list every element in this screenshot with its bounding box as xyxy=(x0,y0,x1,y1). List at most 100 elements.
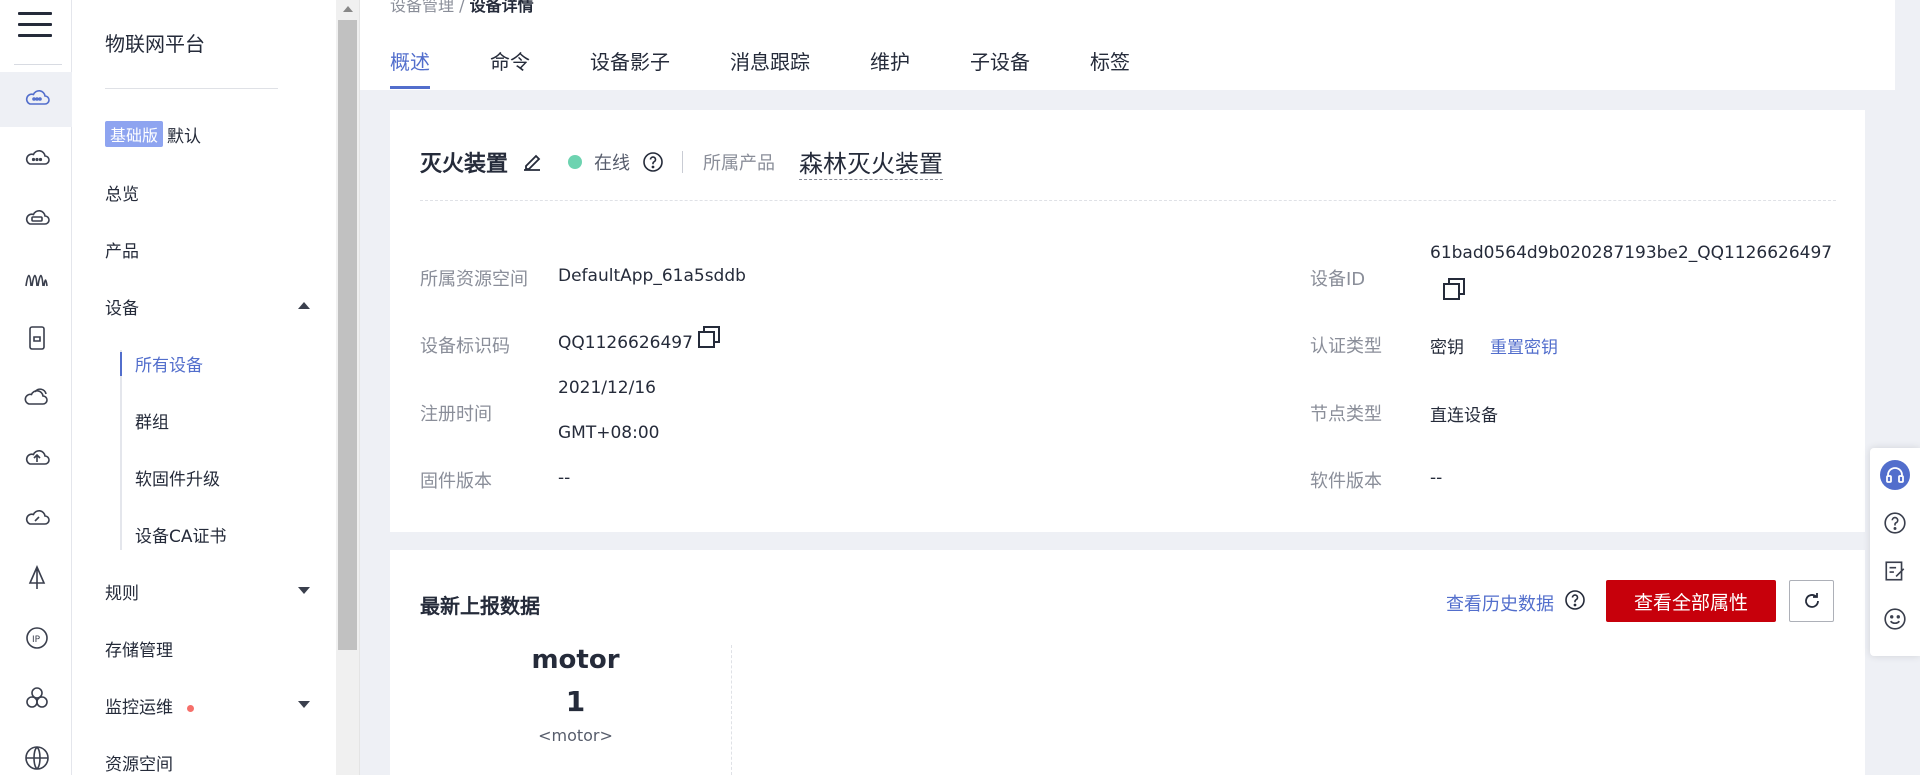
ip-icon[interactable]: IP xyxy=(22,623,52,653)
plan-selector[interactable]: 基础版 默认 xyxy=(105,121,201,147)
chevron-down-icon[interactable] xyxy=(298,587,310,594)
device-id-label: 设备ID xyxy=(1310,269,1366,290)
help-icon[interactable] xyxy=(1564,589,1586,611)
refresh-icon xyxy=(1804,593,1819,608)
tab-child-devices[interactable]: 子设备 xyxy=(970,46,1030,89)
tab-commands[interactable]: 命令 xyxy=(490,46,530,89)
view-all-properties-button[interactable]: 查看全部属性 xyxy=(1606,580,1776,622)
nav-item-overview[interactable]: 总览 xyxy=(105,180,139,205)
chevron-down-icon[interactable] xyxy=(298,701,310,708)
customer-service-icon[interactable] xyxy=(1880,460,1910,490)
iot-cloud-icon[interactable] xyxy=(22,83,52,113)
waves-icon[interactable] xyxy=(22,263,52,293)
nav-item-monitoring[interactable]: 监控运维 xyxy=(105,693,194,718)
page-header: 设备管理 / 设备详情 概述 命令 设备影子 消息跟踪 维护 子设备 标签 xyxy=(360,0,1895,90)
copy-icon[interactable] xyxy=(695,323,723,351)
nav-item-firmware[interactable]: 软固件升级 xyxy=(135,465,220,490)
metric-unit: <motor> xyxy=(538,726,613,745)
sail-icon[interactable] xyxy=(22,563,52,593)
title-divider xyxy=(420,200,1836,201)
latest-data-title: 最新上报数据 xyxy=(420,594,540,618)
resource-space-value: DefaultApp_61a5sddb xyxy=(558,266,746,286)
metric-name: motor xyxy=(531,645,620,675)
status-online-dot xyxy=(568,155,583,169)
nav-item-rules[interactable]: 规则 xyxy=(105,579,139,604)
breadcrumb-separator: / xyxy=(454,0,470,15)
plan-badge: 基础版 xyxy=(105,121,164,147)
auth-type-label: 认证类型 xyxy=(1310,336,1382,357)
cloud-gauge-icon[interactable] xyxy=(22,503,52,533)
nav-item-product[interactable]: 产品 xyxy=(105,237,139,262)
cloud-dots-icon[interactable] xyxy=(22,143,52,173)
node-id-label: 设备标识码 xyxy=(420,336,510,357)
help-icon[interactable] xyxy=(1880,508,1910,538)
title-separator xyxy=(682,151,684,173)
refresh-button[interactable] xyxy=(1789,580,1834,622)
feedback-edit-icon[interactable] xyxy=(1880,556,1910,586)
breadcrumb-current: 设备详情 xyxy=(469,0,534,15)
auth-type-value: 密钥 xyxy=(1430,338,1464,358)
node-type-label: 节点类型 xyxy=(1310,404,1382,425)
node-type-value: 直连设备 xyxy=(1430,406,1498,426)
chevron-up-icon[interactable] xyxy=(298,302,310,309)
software-version-value: -- xyxy=(1430,468,1443,488)
cloud-upload-icon[interactable] xyxy=(22,443,52,473)
history-data-link[interactable]: 查看历史数据 xyxy=(1446,590,1554,616)
svg-text:IP: IP xyxy=(32,635,41,645)
device-phone-icon[interactable] xyxy=(22,323,52,353)
firmware-version-value: -- xyxy=(558,468,571,488)
device-id-value: 61bad0564d9b020287193be2_QQ1126626497 xyxy=(1430,243,1833,263)
breadcrumb: 设备管理 / 设备详情 xyxy=(390,0,534,16)
subnav-active-indicator xyxy=(120,352,122,376)
copy-icon[interactable] xyxy=(1440,275,1468,303)
nav-item-storage[interactable]: 存储管理 xyxy=(105,636,173,661)
metric-value: 1 xyxy=(565,685,586,718)
device-name: 灭火装置 xyxy=(420,152,509,177)
tab-device-shadow[interactable]: 设备影子 xyxy=(590,46,670,89)
side-nav: 物联网平台 基础版 默认 总览 产品 设备 所有设备 群组 软固件升级 设备CA… xyxy=(72,0,336,775)
scroll-up-arrow-icon[interactable] xyxy=(343,6,353,12)
firmware-version-label: 固件版本 xyxy=(420,471,492,492)
cluster-icon[interactable] xyxy=(22,683,52,713)
tab-overview[interactable]: 概述 xyxy=(390,46,430,89)
product-link[interactable]: 森林灭火装置 xyxy=(799,144,944,180)
metric-tile: motor 1 <motor> xyxy=(420,645,732,775)
nav-item-device[interactable]: 设备 xyxy=(105,294,139,319)
tab-maintenance[interactable]: 维护 xyxy=(870,46,910,89)
device-info-card: 灭火装置 在线 所属产品 森林灭火装置 所属资源空间 DefaultApp_61… xyxy=(390,110,1865,532)
nav-scrollbar[interactable] xyxy=(336,0,360,775)
platform-title: 物联网平台 xyxy=(105,32,205,56)
nav-item-ca-cert[interactable]: 设备CA证书 xyxy=(135,522,227,547)
tab-tags[interactable]: 标签 xyxy=(1090,46,1130,89)
icon-rail: IP xyxy=(0,0,72,775)
tab-bar: 概述 命令 设备影子 消息跟踪 维护 子设备 标签 xyxy=(390,46,1190,89)
floating-toolbar xyxy=(1870,448,1920,656)
help-icon[interactable] xyxy=(642,151,664,173)
reset-secret-link[interactable]: 重置密钥 xyxy=(1490,333,1558,358)
nav-divider xyxy=(105,88,278,89)
rail-divider xyxy=(14,64,62,65)
product-label: 所属产品 xyxy=(703,153,776,174)
register-time-timezone: GMT+08:00 xyxy=(558,423,660,443)
globe-icon[interactable] xyxy=(22,743,52,773)
nav-item-monitoring-label: 监控运维 xyxy=(105,698,173,718)
scrollbar-thumb[interactable] xyxy=(338,20,357,650)
node-id-value: QQ1126626497 xyxy=(558,333,693,353)
plan-name: 默认 xyxy=(167,126,202,147)
cloud-code-icon[interactable] xyxy=(22,203,52,233)
cloud-stack-icon[interactable] xyxy=(22,383,52,413)
latest-data-card: 最新上报数据 查看历史数据 查看全部属性 motor 1 <motor> xyxy=(390,550,1865,775)
status-text: 在线 xyxy=(594,153,631,174)
software-version-label: 软件版本 xyxy=(1310,471,1382,492)
register-time-label: 注册时间 xyxy=(420,404,492,425)
nav-item-all-devices[interactable]: 所有设备 xyxy=(135,351,203,376)
tab-message-trace[interactable]: 消息跟踪 xyxy=(730,46,810,89)
smile-feedback-icon[interactable] xyxy=(1880,604,1910,634)
nav-item-resource-space[interactable]: 资源空间 xyxy=(105,750,173,775)
breadcrumb-parent[interactable]: 设备管理 xyxy=(390,0,454,15)
resource-space-label: 所属资源空间 xyxy=(420,269,528,290)
device-title-row: 灭火装置 在线 所属产品 森林灭火装置 xyxy=(420,144,944,180)
nav-item-group[interactable]: 群组 xyxy=(135,408,169,433)
edit-icon[interactable] xyxy=(520,150,544,174)
menu-icon[interactable] xyxy=(18,12,52,42)
